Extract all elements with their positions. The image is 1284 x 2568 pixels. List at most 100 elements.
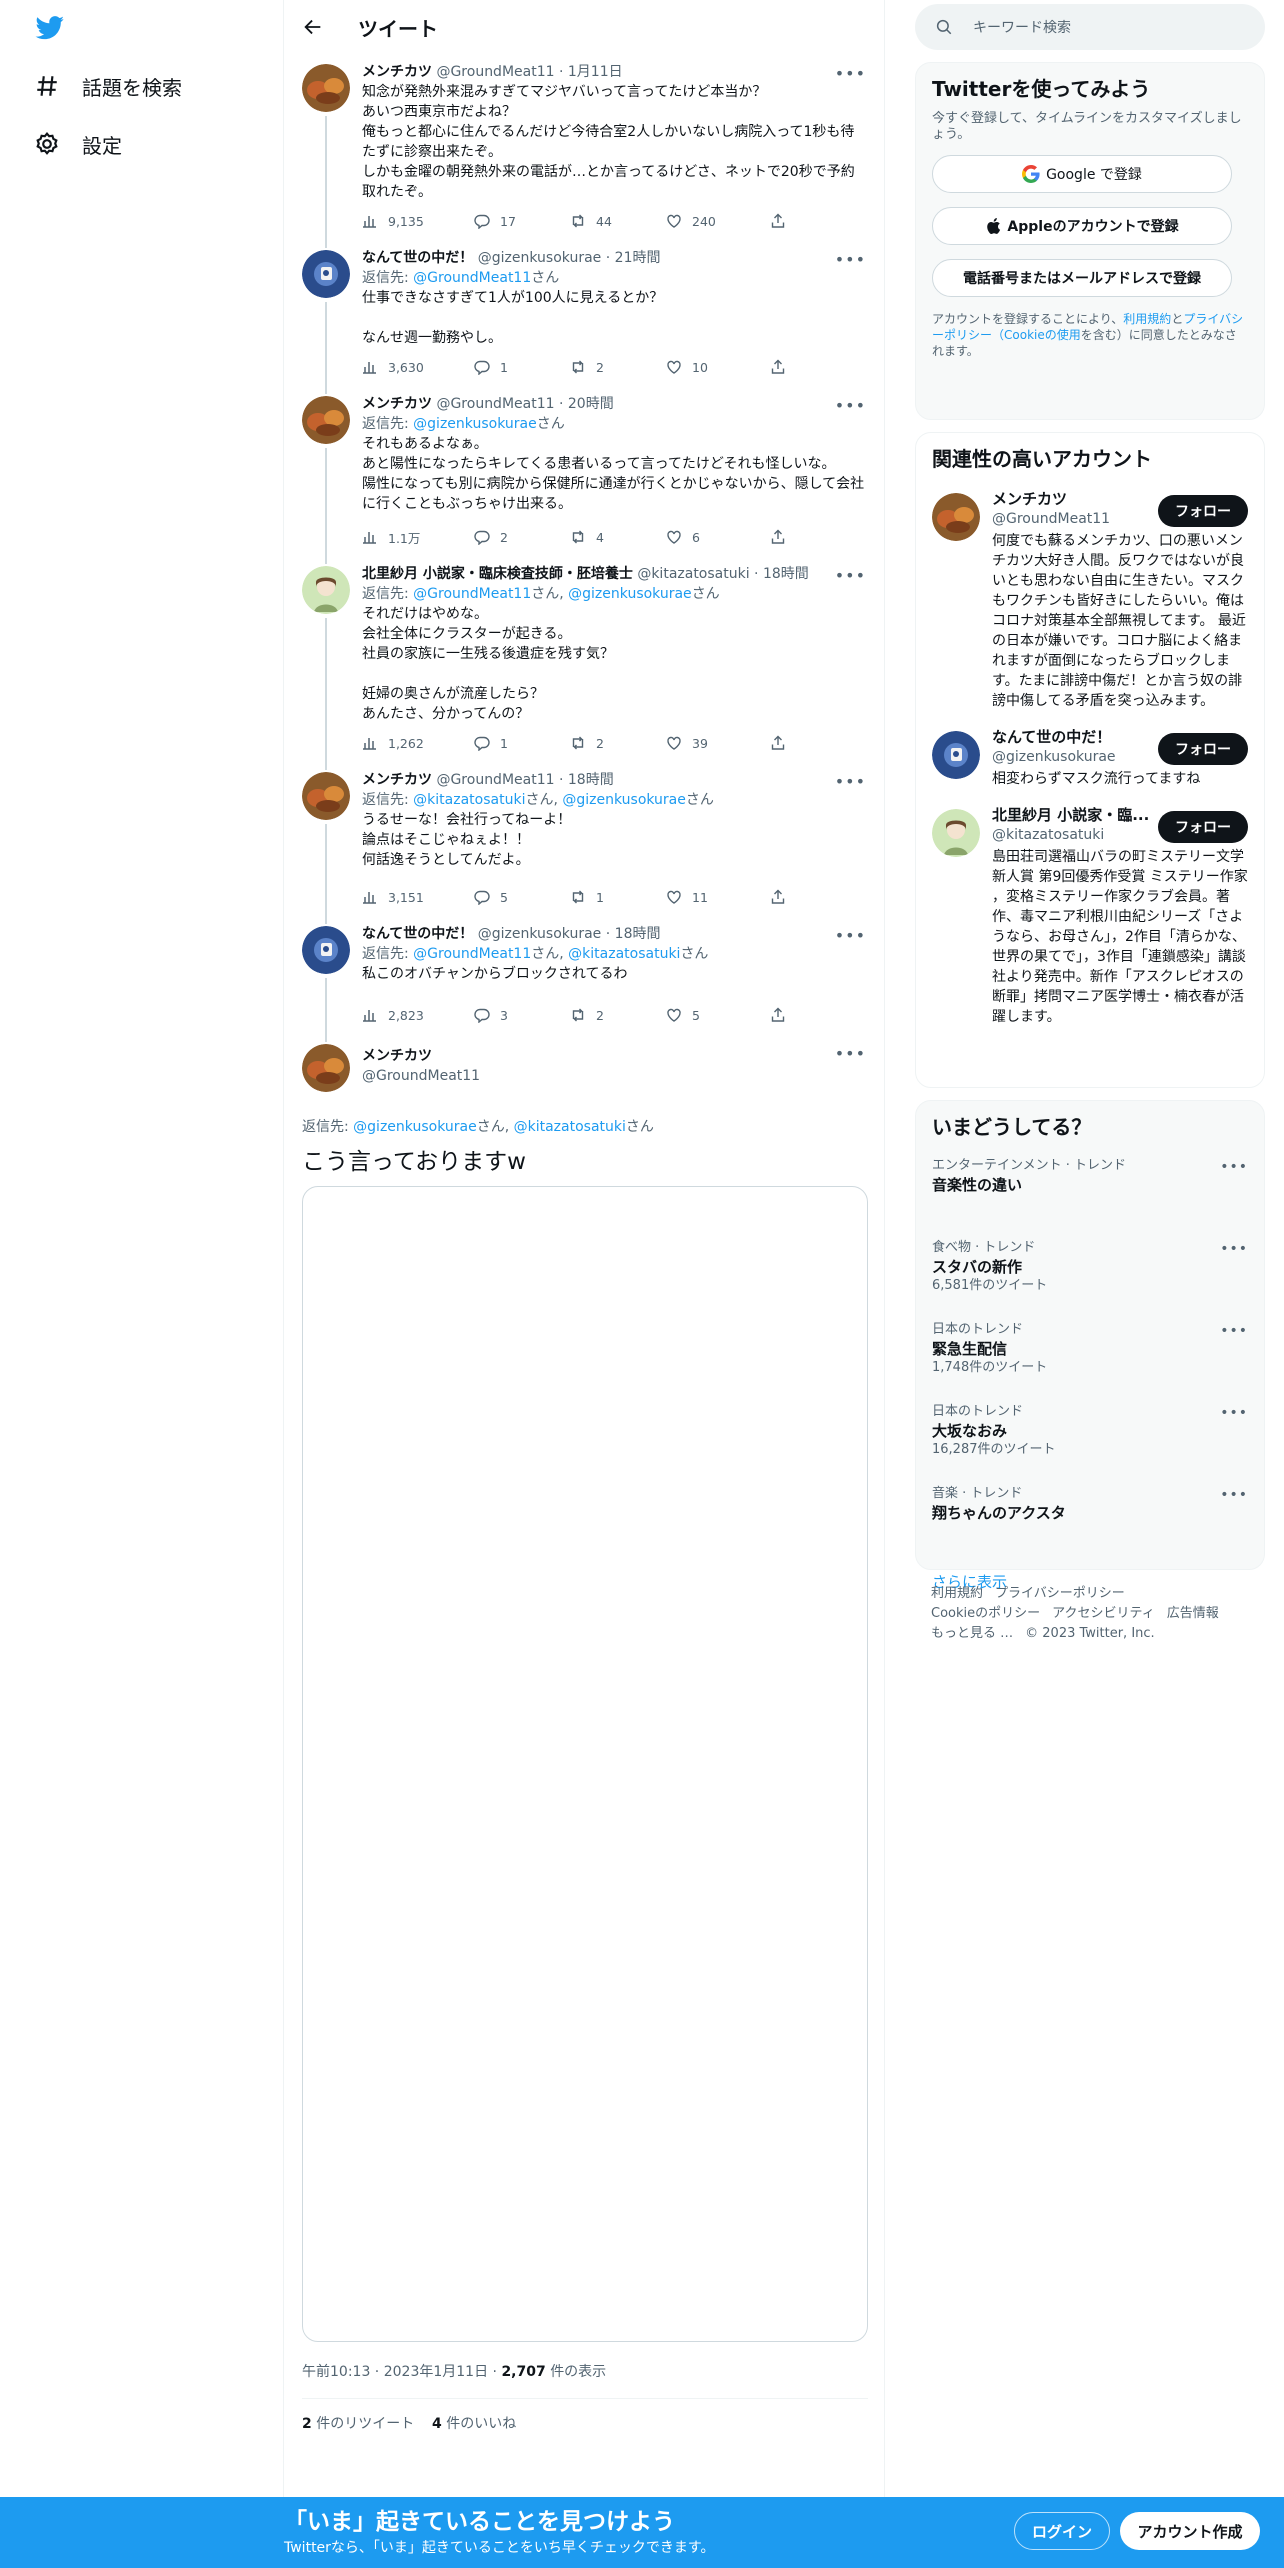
account-name[interactable]: メンチカツ [992,489,1152,509]
author-handle[interactable]: @gizenkusokurae [478,250,602,266]
tweet[interactable]: ••• メンチカツ @GroundMeat11 · 1月11日 知念が発熱外来混みす… [284,54,884,248]
like-button[interactable]: 10 [666,359,770,375]
like-button[interactable]: 240 [666,213,770,229]
phone-email-signup-button[interactable]: 電話番号またはメールアドレスで登録 [932,259,1232,297]
author-handle[interactable]: @GroundMeat11 [436,396,554,412]
tweet-time[interactable]: 21時間 [615,250,661,266]
twitter-logo-icon[interactable] [34,16,66,40]
reply-button[interactable]: 1 [474,359,570,375]
reply-button[interactable]: 17 [474,213,570,229]
related-account[interactable]: なんて世の中だ！ @gizenkusokurae 相変わらずマスク流行ってますね フォ… [932,727,1248,789]
more-options-icon[interactable]: ••• [1220,1159,1248,1175]
tweet-time[interactable]: 18時間 [568,772,614,788]
reply-button[interactable]: 5 [474,889,570,905]
mention-link[interactable]: @gizenkusokurae [568,586,692,602]
tweet-time[interactable]: 20時間 [568,396,614,412]
views-button[interactable]: 2,823 [362,1007,474,1023]
reply-button[interactable]: 2 [474,529,570,545]
mention-link[interactable]: @gizenkusokurae [353,1119,477,1135]
more-options-icon[interactable]: ••• [1220,1405,1248,1421]
reply-button[interactable]: 1 [474,735,570,751]
tweet[interactable]: ••• メンチカツ @GroundMeat11 · 18時間 返信先: @kitaz… [284,762,884,924]
trend-item[interactable]: 日本のトレンド 緊急生配信 1,748件のツイート ••• [932,1317,1248,1399]
retweet-count[interactable]: 2 [302,2416,312,2432]
retweet-button[interactable]: 1 [570,889,666,905]
author-name[interactable]: メンチカツ [362,64,432,80]
more-options-icon[interactable]: ••• [1220,1487,1248,1503]
views-button[interactable]: 1,262 [362,735,474,751]
tweet[interactable]: ••• メンチカツ @GroundMeat11 · 20時間 返信先: @gizen… [284,386,884,564]
follow-button[interactable]: フォロー [1158,733,1248,765]
more-options-icon[interactable]: ••• [835,772,866,791]
like-button[interactable]: 5 [666,1007,770,1023]
tweet-media[interactable] [302,1186,868,2342]
mention-link[interactable]: @GroundMeat11 [413,586,531,602]
nav-explore[interactable]: 話題を検索 [34,66,182,106]
footer-link[interactable]: プライバシーポリシー [995,1586,1125,1601]
share-button[interactable] [770,529,786,545]
more-options-icon[interactable]: ••• [835,64,866,83]
author-handle[interactable]: @GroundMeat11 [436,772,554,788]
mention-link[interactable]: @GroundMeat11 [413,946,531,962]
share-button[interactable] [770,359,786,375]
tweet-time[interactable]: 午前10:13 [302,2364,370,2380]
tweet[interactable]: ••• 北里紗月 小説家・臨床検査技師・胚培養士 @kitazatosatuki … [284,556,884,770]
share-button[interactable] [770,735,786,751]
like-button[interactable]: 6 [666,529,770,545]
google-signup-button[interactable]: Google で登録 [932,155,1232,193]
follow-button[interactable]: フォロー [1158,495,1248,527]
avatar[interactable] [302,566,350,614]
author-name[interactable]: なんて世の中だ！ [362,926,473,942]
author-handle[interactable]: @kitazatosatuki [637,566,749,582]
like-label[interactable]: 件のいいね [446,2416,516,2432]
like-button[interactable]: 11 [666,889,770,905]
avatar[interactable] [302,64,350,112]
mention-link[interactable]: @kitazatosatuki [514,1119,626,1135]
retweet-button[interactable]: 2 [570,735,666,751]
footer-link[interactable]: アクセシビリティ [1052,1606,1155,1621]
tweet-time[interactable]: 18時間 [763,566,809,582]
related-account[interactable]: メンチカツ @GroundMeat11 何度でも蘇るメンチカツ、口の悪いメンチカツ大… [932,489,1248,711]
more-options-icon[interactable]: ••• [835,926,866,945]
avatar[interactable] [302,250,350,298]
avatar[interactable] [302,926,350,974]
avatar[interactable] [302,1044,350,1092]
more-options-icon[interactable]: ••• [835,250,866,269]
retweet-button[interactable]: 2 [570,1007,666,1023]
like-count[interactable]: 4 [432,2416,442,2432]
back-arrow-icon[interactable] [302,16,324,38]
mention-link[interactable]: @kitazatosatuki [413,792,525,808]
trend-item[interactable]: 食べ物 · トレンド スタバの新作 6,581件のツイート ••• [932,1235,1248,1317]
share-button[interactable] [770,889,786,905]
avatar[interactable] [302,396,350,444]
tweet-date[interactable]: 2023年1月11日 [384,2364,488,2380]
mention-link[interactable]: @GroundMeat11 [413,270,531,286]
author-name[interactable]: なんて世の中だ！ [362,250,473,266]
tweet[interactable]: ••• なんて世の中だ！ @gizenkusokurae · 18時間 返信先: @… [284,916,884,1042]
author-handle[interactable]: @GroundMeat11 [436,64,554,80]
tweet-time[interactable]: 1月11日 [568,64,623,80]
author-handle[interactable]: @gizenkusokurae [478,926,602,942]
avatar[interactable] [932,809,980,857]
mention-link[interactable]: @gizenkusokurae [413,416,537,432]
follow-button[interactable]: フォロー [1158,811,1248,843]
avatar[interactable] [932,731,980,779]
related-account[interactable]: 北里紗月 小説家・臨... @kitazatosatuki 島田荘司選福山バラの町ミ… [932,805,1248,1027]
more-options-icon[interactable]: ••• [1220,1241,1248,1257]
views-button[interactable]: 9,135 [362,213,474,229]
author-handle[interactable]: @GroundMeat11 [362,1066,868,1086]
trend-item[interactable]: エンターテインメント · トレンド 音楽性の違い ••• [932,1153,1248,1235]
more-options-icon[interactable]: ••• [1220,1323,1248,1339]
views-button[interactable]: 3,151 [362,889,474,905]
trend-item[interactable]: 日本のトレンド 大坂なおみ 16,287件のツイート ••• [932,1399,1248,1481]
like-button[interactable]: 39 [666,735,770,751]
account-name[interactable]: 北里紗月 小説家・臨... [992,805,1152,825]
login-button[interactable]: ログイン [1014,2512,1110,2550]
search-box[interactable]: キーワード検索 [915,4,1265,50]
footer-link[interactable]: 利用規約 [931,1586,983,1601]
mention-link[interactable]: @gizenkusokurae [562,792,686,808]
footer-link[interactable]: Cookieのポリシー [931,1606,1040,1621]
share-button[interactable] [770,213,786,229]
retweet-label[interactable]: 件のリツイート [316,2416,414,2432]
mention-link[interactable]: @kitazatosatuki [568,946,680,962]
